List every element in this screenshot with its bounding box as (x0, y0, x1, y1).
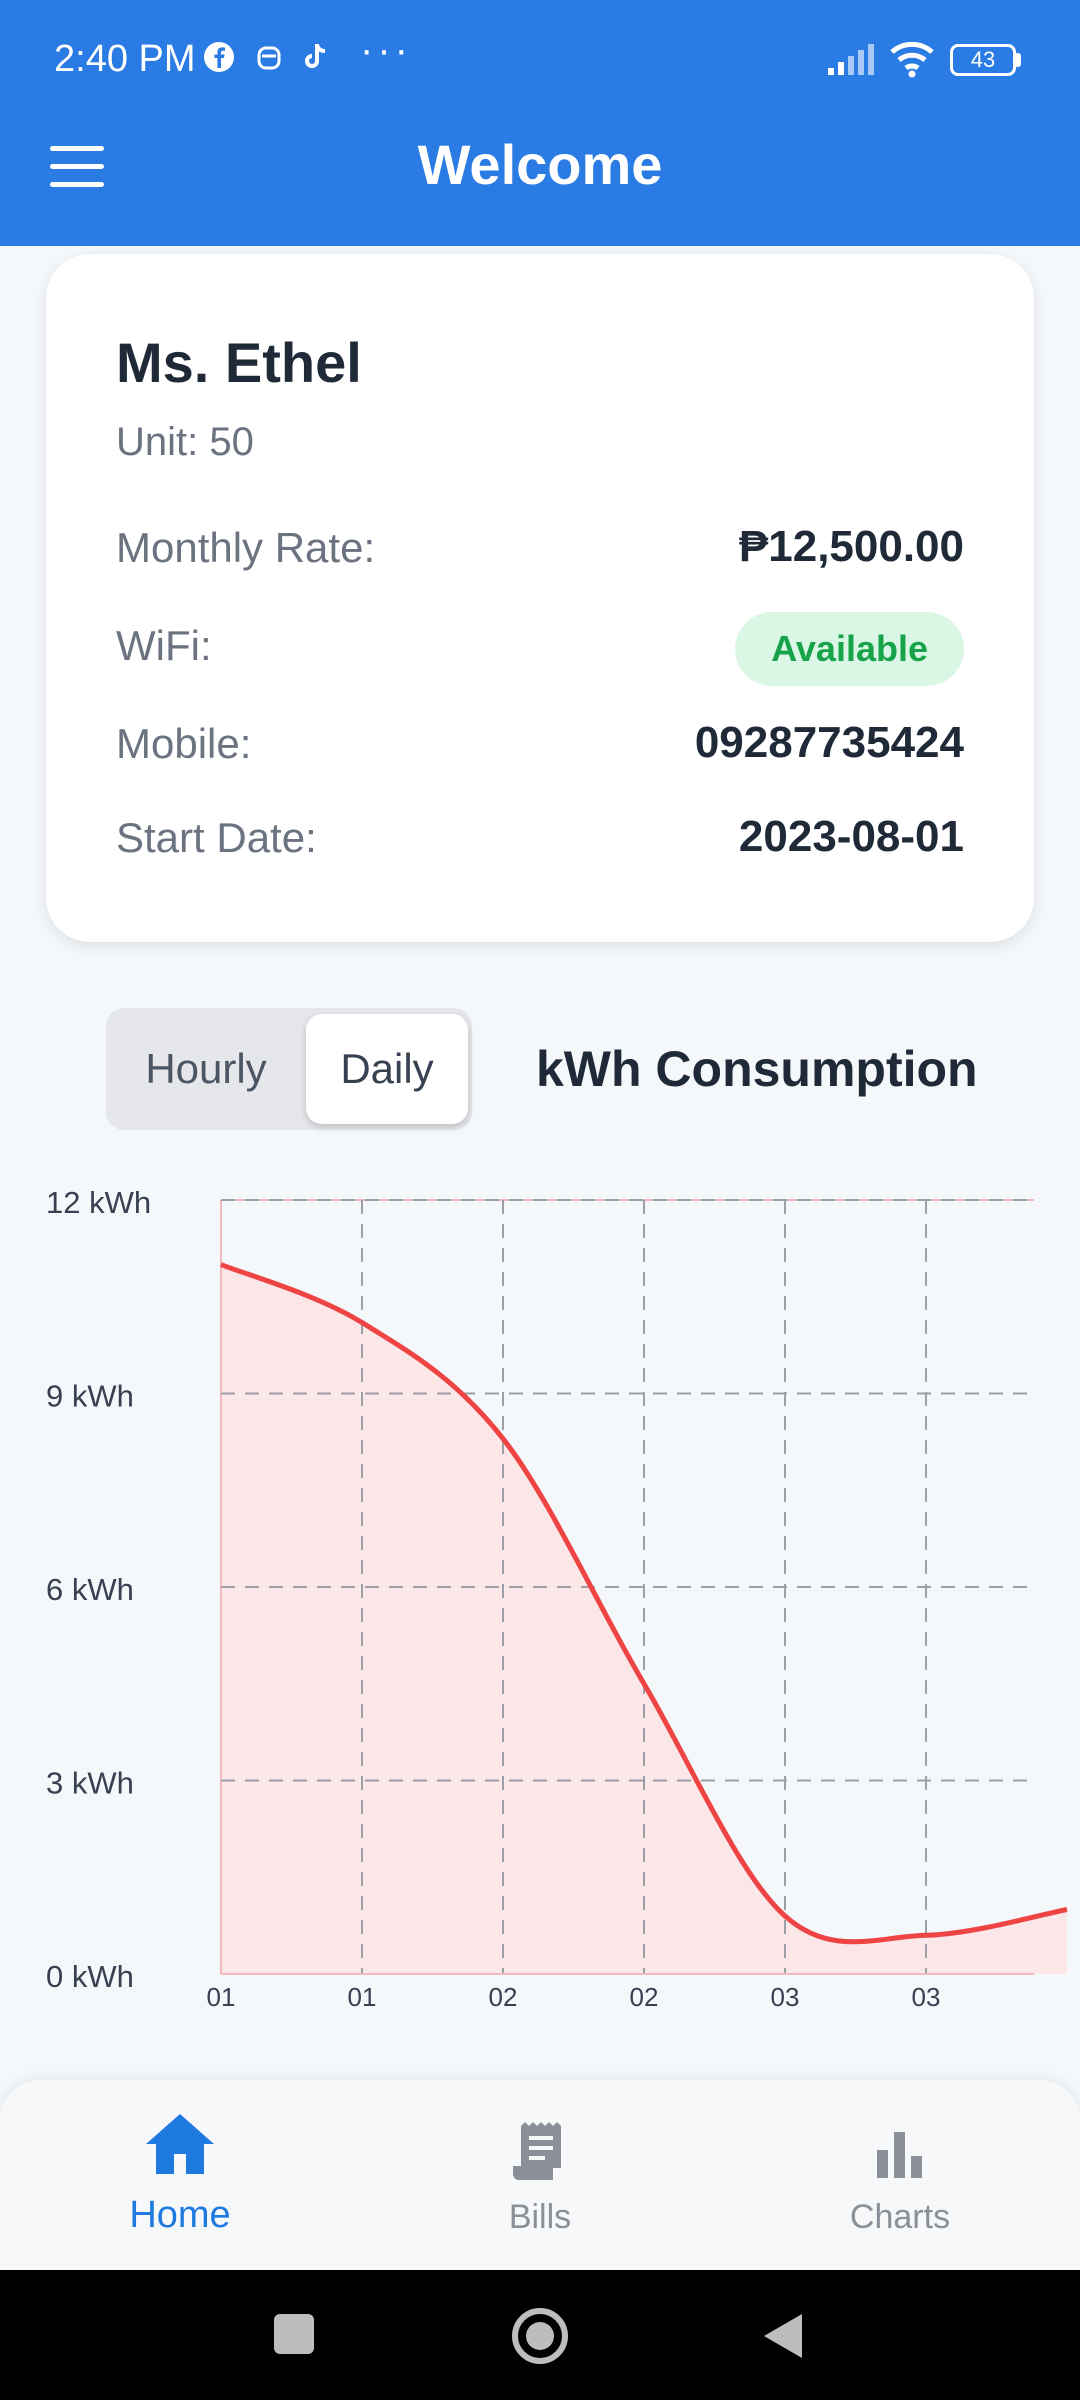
x-tick-label: 01 (348, 1982, 377, 2012)
y-tick-label: 6 kWh (46, 1572, 134, 1607)
wifi-status-badge: Available (735, 612, 964, 686)
wifi-icon (890, 41, 934, 78)
battery-level: 43 (970, 47, 996, 72)
page-title: Welcome (417, 133, 663, 196)
bar-chart-icon (877, 2132, 922, 2178)
y-tick-label: 0 kWh (46, 1959, 134, 1994)
receipt-icon (513, 2122, 561, 2180)
recents-button[interactable] (274, 2314, 314, 2354)
signal-icon (828, 44, 874, 75)
y-tick-label: 12 kWh (46, 1185, 151, 1220)
tenant-unit: Unit: 50 (116, 420, 254, 464)
x-tick-label: 02 (630, 1982, 659, 2012)
period-toggle: Hourly Daily (106, 1008, 472, 1130)
monthly-rate-label: Monthly Rate: (116, 524, 376, 571)
nav-home[interactable]: Home (0, 2080, 360, 2270)
start-date-label: Start Date: (116, 814, 317, 861)
tenant-name: Ms. Ethel (116, 331, 362, 394)
nav-charts[interactable]: Charts (720, 2080, 1080, 2270)
home-icon (146, 2114, 214, 2174)
nav-bills-label: Bills (508, 2198, 572, 2236)
battery-tip (1016, 53, 1021, 67)
app-header: 2:40 PM ··· 43 Welcome (0, 0, 1080, 246)
mobile-label: Mobile: (116, 720, 252, 767)
facebook-icon (204, 42, 234, 72)
bottom-navigation: Home Bills Charts (0, 2080, 1080, 2270)
x-tick-label: 01 (207, 1982, 236, 2012)
bot-icon (257, 46, 281, 70)
consumption-chart: 0 kWh 3 kWh 6 kWh 9 kWh 12 kWh 01 01 02 02 03 03 (46, 1185, 1068, 2012)
x-tick-label: 03 (912, 1982, 941, 2012)
home-system-button[interactable] (512, 2308, 568, 2364)
nav-home-label: Home (129, 2194, 231, 2236)
tiktok-icon (305, 44, 326, 68)
back-icon[interactable] (762, 2312, 804, 2360)
y-tick-label: 9 kWh (46, 1379, 134, 1414)
nav-charts-label: Charts (849, 2198, 951, 2236)
wifi-label: WiFi: (116, 622, 212, 669)
start-date-value: 2023-08-01 (738, 812, 964, 861)
status-time: 2:40 PM (54, 38, 196, 80)
status-bar: 2:40 PM ··· 43 (0, 0, 1080, 120)
system-navigation-bar (0, 2270, 1080, 2400)
tenant-info-card: Ms. Ethel Unit: 50 Monthly Rate: ₱12,500… (46, 254, 1034, 942)
battery-icon: 43 (950, 44, 1016, 76)
toggle-daily[interactable]: Daily (306, 1014, 468, 1124)
x-tick-label: 02 (489, 1982, 518, 2012)
more-notifications-icon: ··· (360, 28, 412, 72)
y-tick-label: 3 kWh (46, 1766, 134, 1801)
x-tick-label: 03 (771, 1982, 800, 2012)
nav-bills[interactable]: Bills (360, 2080, 720, 2270)
monthly-rate-value: ₱12,500.00 (738, 522, 964, 571)
toggle-hourly[interactable]: Hourly (106, 1008, 306, 1130)
chart-title: kWh Consumption (536, 1041, 978, 1097)
mobile-value: 09287735424 (694, 718, 964, 767)
